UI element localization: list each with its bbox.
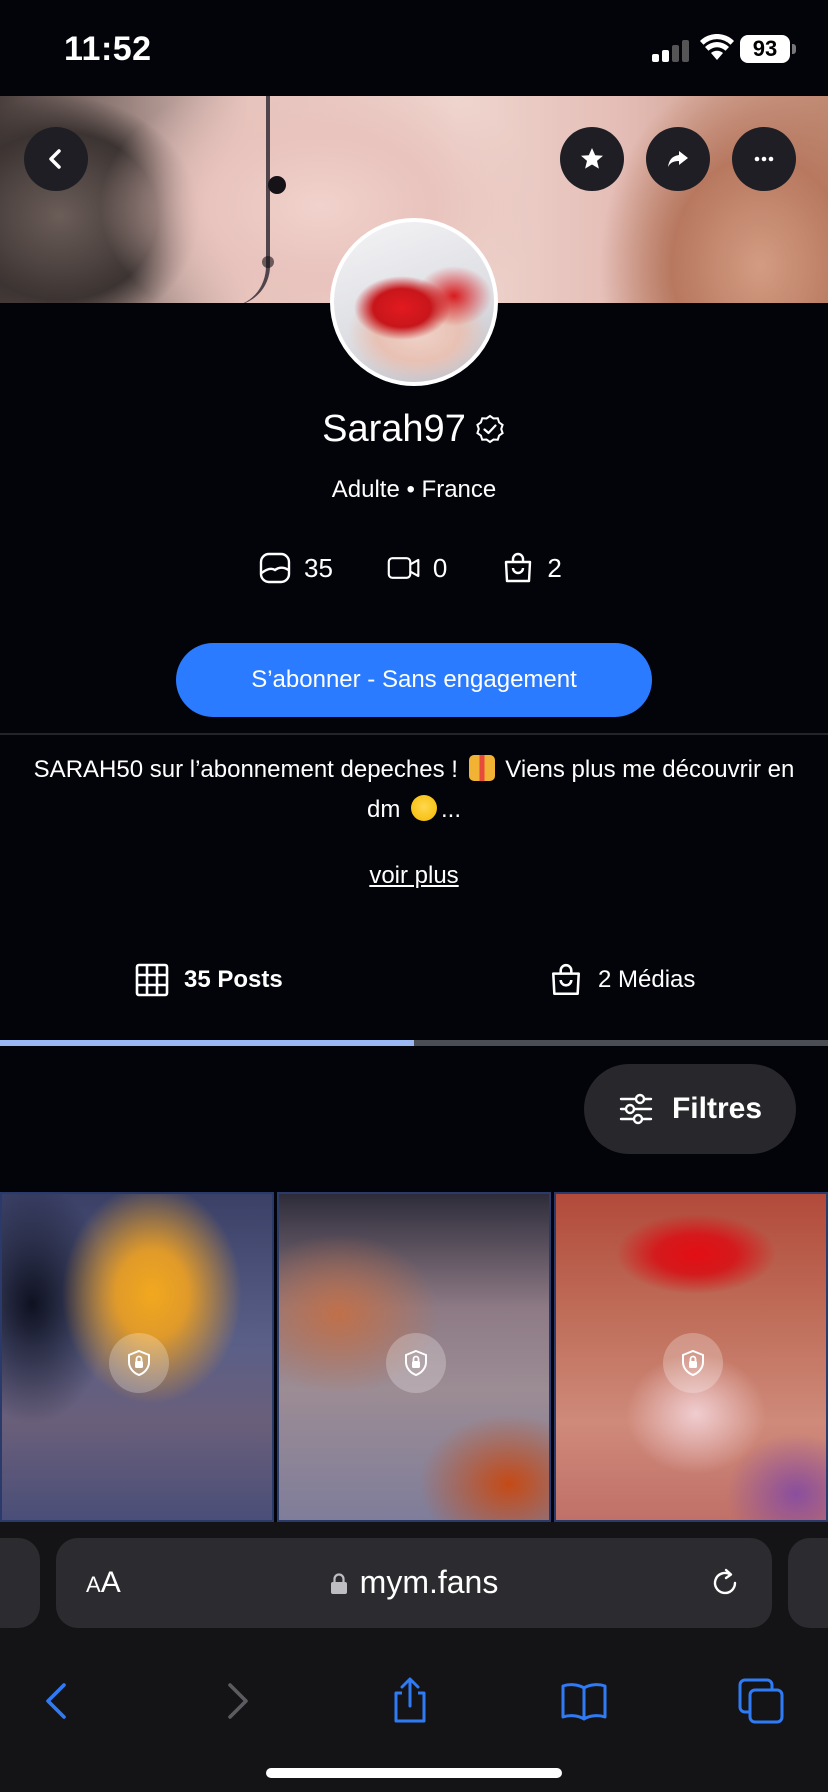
chevron-right-icon — [228, 1683, 248, 1719]
profile-bio: SARAH50 sur l’abonnement depeches ! Vien… — [30, 750, 798, 830]
share-icon — [668, 151, 688, 167]
locked-badge — [663, 1333, 723, 1393]
gift-emoji-icon — [468, 755, 495, 781]
browser-bookmarks-button[interactable] — [559, 1676, 609, 1726]
cellular-signal-icon — [652, 38, 690, 62]
cover-detail — [262, 256, 274, 268]
image-icon — [259, 552, 291, 584]
back-icon — [49, 149, 61, 169]
lock-icon — [682, 1349, 704, 1377]
divider — [0, 733, 828, 735]
reload-icon[interactable] — [708, 1566, 742, 1600]
bookmarks-icon — [561, 1683, 607, 1721]
profile-subtitle: Adulte • France — [331, 476, 497, 503]
stat-videos: 0 — [387, 551, 447, 585]
back-button[interactable] — [24, 127, 88, 191]
profile-stats: 35 0 2 — [258, 548, 562, 588]
filters-icon — [619, 1093, 653, 1125]
share-button[interactable] — [646, 127, 710, 191]
star-icon — [581, 148, 603, 169]
battery-indicator: 93 — [740, 35, 790, 63]
username: Sarah97 — [322, 408, 466, 450]
grid-icon — [135, 963, 169, 997]
stat-medias: 2 — [501, 551, 562, 585]
stat-photos-count: 35 — [304, 552, 333, 583]
stat-medias-count: 2 — [547, 552, 562, 583]
filters-label: Filtres — [671, 1092, 763, 1125]
tabs-icon — [738, 1678, 784, 1724]
favorite-button[interactable] — [560, 127, 624, 191]
wifi-icon — [700, 34, 734, 60]
locked-badge — [109, 1333, 169, 1393]
video-icon — [387, 557, 420, 579]
address-bar[interactable]: AA mym.fans — [56, 1538, 772, 1628]
home-indicator — [266, 1768, 562, 1778]
tab-posts-label: 35 Posts — [184, 966, 283, 993]
lock-icon — [330, 1573, 347, 1594]
browser-share-button[interactable] — [385, 1676, 435, 1726]
status-bar: 11:52 93 — [0, 0, 828, 96]
lock-icon — [405, 1349, 427, 1377]
stat-videos-count: 0 — [432, 552, 448, 583]
verified-icon — [476, 414, 504, 443]
posts-grid — [0, 1192, 828, 1522]
subscribe-button[interactable]: S’abonner - Sans engagement — [176, 643, 652, 717]
bio-text-1: SARAH50 sur l’abonnement depeches ! — [33, 756, 458, 783]
browser-bottom-bar: AA mym.fans — [0, 1522, 828, 1792]
battery-cap — [792, 44, 796, 54]
browser-tabs-button[interactable] — [736, 1676, 786, 1726]
next-tab-pill[interactable] — [788, 1538, 828, 1628]
previous-tab-pill[interactable] — [0, 1538, 40, 1628]
locked-post[interactable] — [277, 1192, 551, 1522]
avatar[interactable] — [330, 218, 498, 386]
cover-detail — [268, 176, 286, 194]
more-options-button[interactable] — [732, 127, 796, 191]
more-icon — [754, 156, 774, 162]
url-display[interactable]: mym.fans — [56, 1564, 772, 1601]
browser-forward-button[interactable] — [211, 1676, 261, 1726]
tab-medias[interactable]: 2 Médias — [548, 950, 695, 1010]
stat-photos: 35 — [258, 551, 333, 585]
tab-indicator-track — [0, 1040, 828, 1046]
locked-badge — [386, 1333, 446, 1393]
content-tabs: 35 Posts 2 Médias — [0, 950, 828, 1010]
username-row: Sarah97 — [0, 408, 828, 451]
see-more-link[interactable]: voir plus — [0, 862, 828, 890]
bio-ellipsis: ... — [441, 796, 462, 823]
smiling-face-emoji-icon — [411, 795, 437, 821]
locked-post[interactable] — [0, 1192, 274, 1522]
browser-toolbar — [0, 1652, 828, 1752]
locked-post[interactable] — [554, 1192, 828, 1522]
share-sheet-icon — [394, 1677, 426, 1723]
cover-detail — [230, 96, 270, 303]
chevron-left-icon — [46, 1683, 66, 1719]
bag-icon — [505, 552, 532, 583]
tab-medias-label: 2 Médias — [598, 966, 696, 993]
bag-icon — [552, 963, 580, 996]
tab-active-indicator — [0, 1040, 414, 1046]
browser-back-button[interactable] — [33, 1676, 83, 1726]
filters-button[interactable]: Filtres — [584, 1064, 796, 1154]
lock-icon — [128, 1349, 150, 1377]
url-text: mym.fans — [359, 1564, 499, 1600]
tab-posts[interactable]: 35 Posts — [134, 950, 283, 1010]
status-time: 11:52 — [64, 30, 152, 68]
